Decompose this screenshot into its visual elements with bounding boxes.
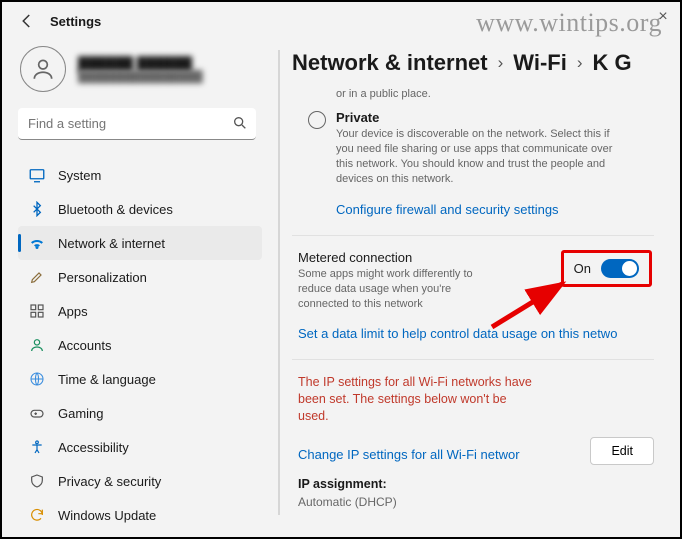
sidebar-item-label: Accessibility <box>58 440 129 455</box>
main-content: Network & internet › Wi-Fi › K G or in a… <box>272 32 680 523</box>
radio-icon[interactable] <box>308 111 326 129</box>
breadcrumb-network[interactable]: Network & internet <box>292 50 488 76</box>
private-title: Private <box>336 110 616 125</box>
sidebar-item-privacy[interactable]: Privacy & security <box>18 464 262 498</box>
shield-icon <box>28 472 46 490</box>
accessibility-icon <box>28 438 46 456</box>
header: Settings <box>2 2 680 32</box>
sidebar-item-network[interactable]: Network & internet <box>18 226 262 260</box>
sidebar-item-label: Windows Update <box>58 508 156 523</box>
apps-icon <box>28 302 46 320</box>
sidebar-item-apps[interactable]: Apps <box>18 294 262 328</box>
sidebar-item-label: System <box>58 168 101 183</box>
breadcrumb-current: K G <box>593 50 632 76</box>
globe-icon <box>28 370 46 388</box>
page-title: Settings <box>50 14 101 29</box>
sidebar-item-label: Network & internet <box>58 236 165 251</box>
settings-panel: or in a public place. Private Your devic… <box>292 86 660 516</box>
sidebar-item-label: Accounts <box>58 338 111 353</box>
sidebar-item-time-language[interactable]: Time & language <box>18 362 262 396</box>
metered-connection-row: Metered connection Some apps might work … <box>292 250 654 312</box>
sidebar-item-gaming[interactable]: Gaming <box>18 396 262 430</box>
chevron-right-icon: › <box>575 53 585 73</box>
metered-title: Metered connection <box>298 250 478 265</box>
metered-desc: Some apps might work differently to redu… <box>298 267 478 312</box>
sidebar-item-windows-update[interactable]: Windows Update <box>18 498 262 532</box>
sidebar-item-accounts[interactable]: Accounts <box>18 328 262 362</box>
sidebar: ██████ ██████ ████████████████ System Bl… <box>2 32 272 523</box>
search-input[interactable] <box>18 108 256 140</box>
cutoff-text: or in a public place. <box>336 88 654 100</box>
nav-list: System Bluetooth & devices Network & int… <box>18 158 262 532</box>
back-arrow-icon[interactable] <box>18 12 36 30</box>
sidebar-item-label: Gaming <box>58 406 104 421</box>
sidebar-item-personalization[interactable]: Personalization <box>18 260 262 294</box>
gaming-icon <box>28 404 46 422</box>
chevron-right-icon: › <box>496 53 506 73</box>
sidebar-item-label: Personalization <box>58 270 147 285</box>
sidebar-item-label: Privacy & security <box>58 474 161 489</box>
wifi-icon <box>28 234 46 252</box>
ip-assignment-value: Automatic (DHCP) <box>298 495 654 509</box>
sidebar-item-label: Apps <box>58 304 88 319</box>
close-icon[interactable]: × <box>654 8 672 26</box>
network-profile-private[interactable]: Private Your device is discoverable on t… <box>292 110 654 186</box>
firewall-link[interactable]: Configure firewall and security settings <box>336 202 559 217</box>
sidebar-item-bluetooth[interactable]: Bluetooth & devices <box>18 192 262 226</box>
metered-toggle[interactable] <box>601 259 639 278</box>
profile-name: ██████ ██████ <box>78 56 203 71</box>
accounts-icon <box>28 336 46 354</box>
private-desc: Your device is discoverable on the netwo… <box>336 127 616 186</box>
data-limit-link[interactable]: Set a data limit to help control data us… <box>298 326 617 341</box>
bluetooth-icon <box>28 200 46 218</box>
user-profile[interactable]: ██████ ██████ ████████████████ <box>20 46 262 92</box>
update-icon <box>28 506 46 524</box>
personalization-icon <box>28 268 46 286</box>
search-container <box>18 108 256 140</box>
system-icon <box>28 166 46 184</box>
ip-assignment-key: IP assignment: <box>298 477 654 491</box>
search-icon <box>232 115 248 131</box>
avatar <box>20 46 66 92</box>
sidebar-item-label: Time & language <box>58 372 156 387</box>
sidebar-item-system[interactable]: System <box>18 158 262 192</box>
edit-button[interactable]: Edit <box>590 437 654 465</box>
ip-warning: The IP settings for all Wi-Fi networks h… <box>298 374 538 425</box>
breadcrumb-wifi[interactable]: Wi-Fi <box>513 50 567 76</box>
breadcrumb: Network & internet › Wi-Fi › K G <box>292 50 660 76</box>
divider <box>292 235 654 236</box>
profile-email: ████████████████ <box>78 71 203 83</box>
sidebar-item-accessibility[interactable]: Accessibility <box>18 430 262 464</box>
highlight-box: On <box>561 250 652 287</box>
divider <box>292 359 654 360</box>
toggle-label: On <box>574 261 591 276</box>
change-ip-link[interactable]: Change IP settings for all Wi-Fi networ <box>298 447 520 462</box>
sidebar-item-label: Bluetooth & devices <box>58 202 173 217</box>
